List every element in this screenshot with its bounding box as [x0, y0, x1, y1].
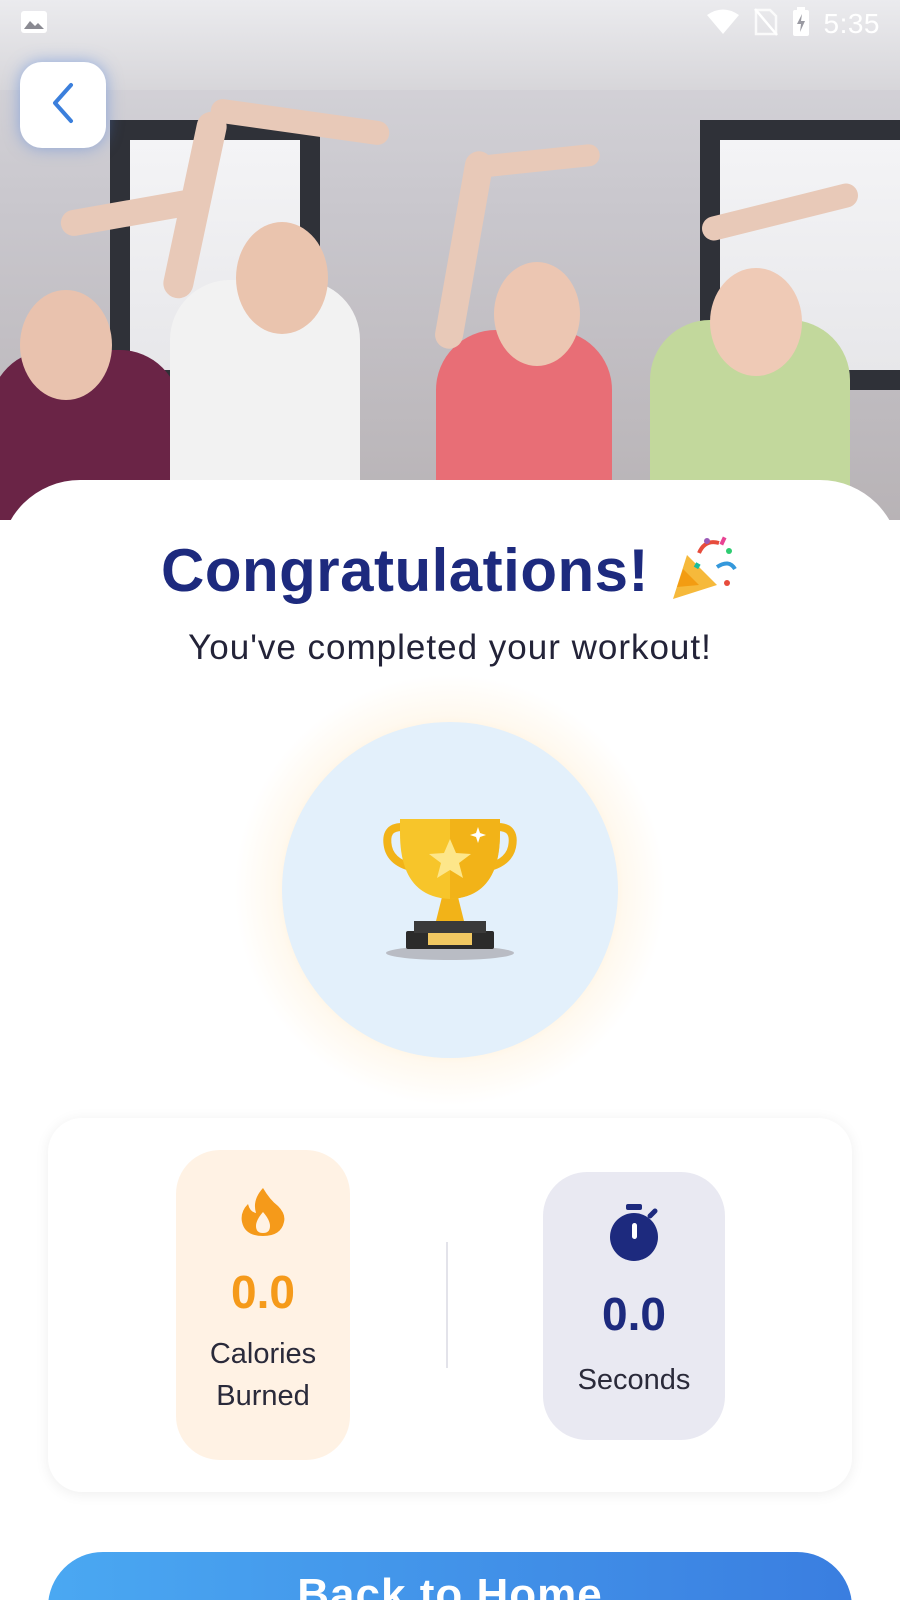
back-to-home-label: Back to Home — [297, 1570, 603, 1600]
hero-image — [0, 0, 900, 520]
no-sim-icon — [753, 7, 778, 41]
seconds-value: 0.0 — [602, 1288, 666, 1340]
person-arm — [469, 143, 601, 179]
calories-value: 0.0 — [231, 1266, 295, 1318]
status-time: 5:35 — [823, 8, 880, 39]
back-to-home-button[interactable]: Back to Home — [48, 1552, 852, 1600]
seconds-label: Seconds — [577, 1364, 691, 1396]
calories-label-line1: Calories — [209, 1338, 317, 1370]
status-bar: 5:35 — [0, 0, 900, 48]
image-icon — [20, 10, 48, 39]
person-head — [710, 268, 802, 376]
person-head — [236, 222, 328, 334]
stopwatch-icon — [608, 1204, 660, 1267]
stats-divider — [446, 1242, 448, 1368]
stats-card — [48, 1118, 852, 1492]
trophy-icon — [380, 813, 520, 968]
calories-stat: 0.0 Calories Burned — [176, 1150, 350, 1460]
person-arm — [432, 149, 496, 351]
calories-label-line2: Burned — [216, 1380, 310, 1412]
person-head — [494, 262, 580, 366]
fire-icon — [240, 1186, 286, 1243]
seconds-stat: 0.0 Seconds — [543, 1172, 725, 1440]
person-head — [20, 290, 112, 400]
battery-charging-icon — [792, 6, 810, 42]
wifi-icon — [706, 9, 740, 40]
title-row: Congratulations! — [0, 530, 900, 610]
back-button[interactable] — [20, 62, 106, 148]
chevron-left-icon — [47, 81, 79, 130]
trophy-badge — [282, 722, 618, 1058]
party-popper-icon — [669, 533, 739, 608]
page-title: Congratulations! — [161, 536, 649, 604]
